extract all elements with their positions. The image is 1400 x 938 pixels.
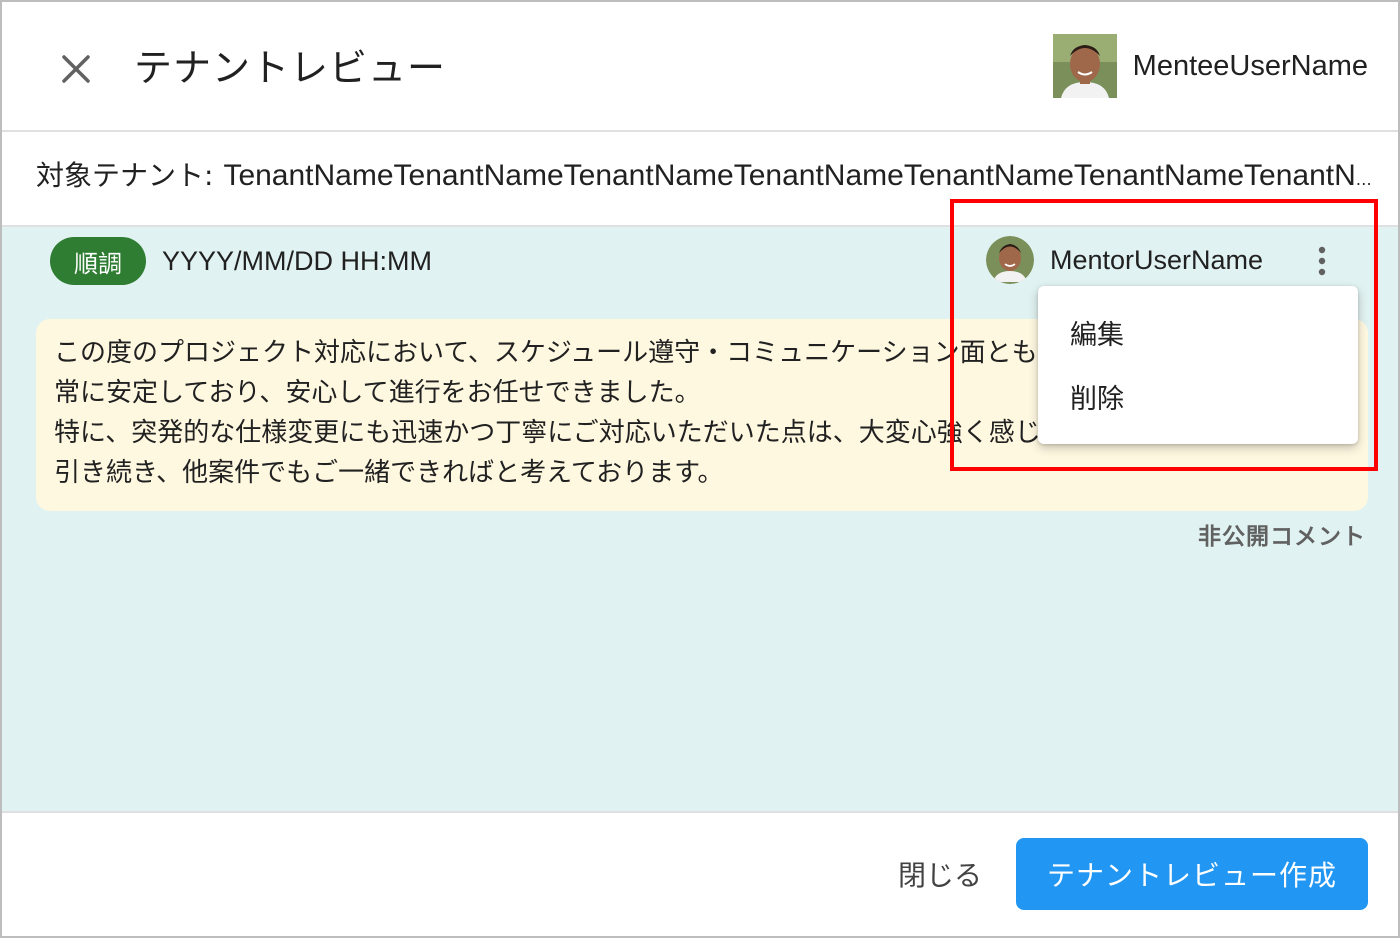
- footer-divider: [2, 811, 1398, 813]
- target-tenant-label: 対象テナント:: [36, 159, 214, 192]
- more-vert-icon: [1318, 246, 1326, 276]
- dialog-title: テナントレビュー: [134, 46, 447, 90]
- tenant-review-dialog: テナントレビュー MenteeUserName 対象テナント: TenantNam…: [0, 0, 1400, 938]
- dialog-header: テナントレビュー MenteeUserName: [2, 2, 1398, 130]
- comment-line: 引き続き、他案件でもご一緒できればと考えております。: [54, 458, 724, 488]
- status-badge: 順調: [50, 237, 146, 285]
- header-divider: [2, 130, 1398, 132]
- mentee-avatar: [1052, 34, 1117, 98]
- menu-item-edit[interactable]: 編集: [1038, 300, 1358, 364]
- review-timestamp: YYYY/MM/DD HH:MM: [162, 246, 432, 276]
- visibility-label: 非公開コメント: [1198, 524, 1366, 550]
- mentee-name: MenteeUserName: [1132, 49, 1368, 82]
- close-button[interactable]: [54, 47, 98, 91]
- close-icon: [62, 55, 90, 83]
- options-menu: 編集 削除: [1038, 286, 1358, 444]
- mentor-avatar: [986, 236, 1034, 284]
- menu-item-delete[interactable]: 削除: [1038, 364, 1358, 428]
- mentor-name: MentorUserName: [1050, 244, 1264, 275]
- mentee-user: MenteeUserName: [1052, 34, 1368, 98]
- create-review-button[interactable]: テナントレビュー作成: [1016, 838, 1368, 910]
- target-tenant-value: TenantNameTenantNameTenantNameTenantName…: [223, 159, 1372, 192]
- target-tenant-row: 対象テナント: TenantNameTenantNameTenantNameTen…: [36, 154, 1372, 206]
- more-options-button[interactable]: [1302, 237, 1342, 285]
- mentor-user: MentorUserName: [986, 235, 1263, 285]
- close-text-button[interactable]: 閉じる: [882, 842, 998, 906]
